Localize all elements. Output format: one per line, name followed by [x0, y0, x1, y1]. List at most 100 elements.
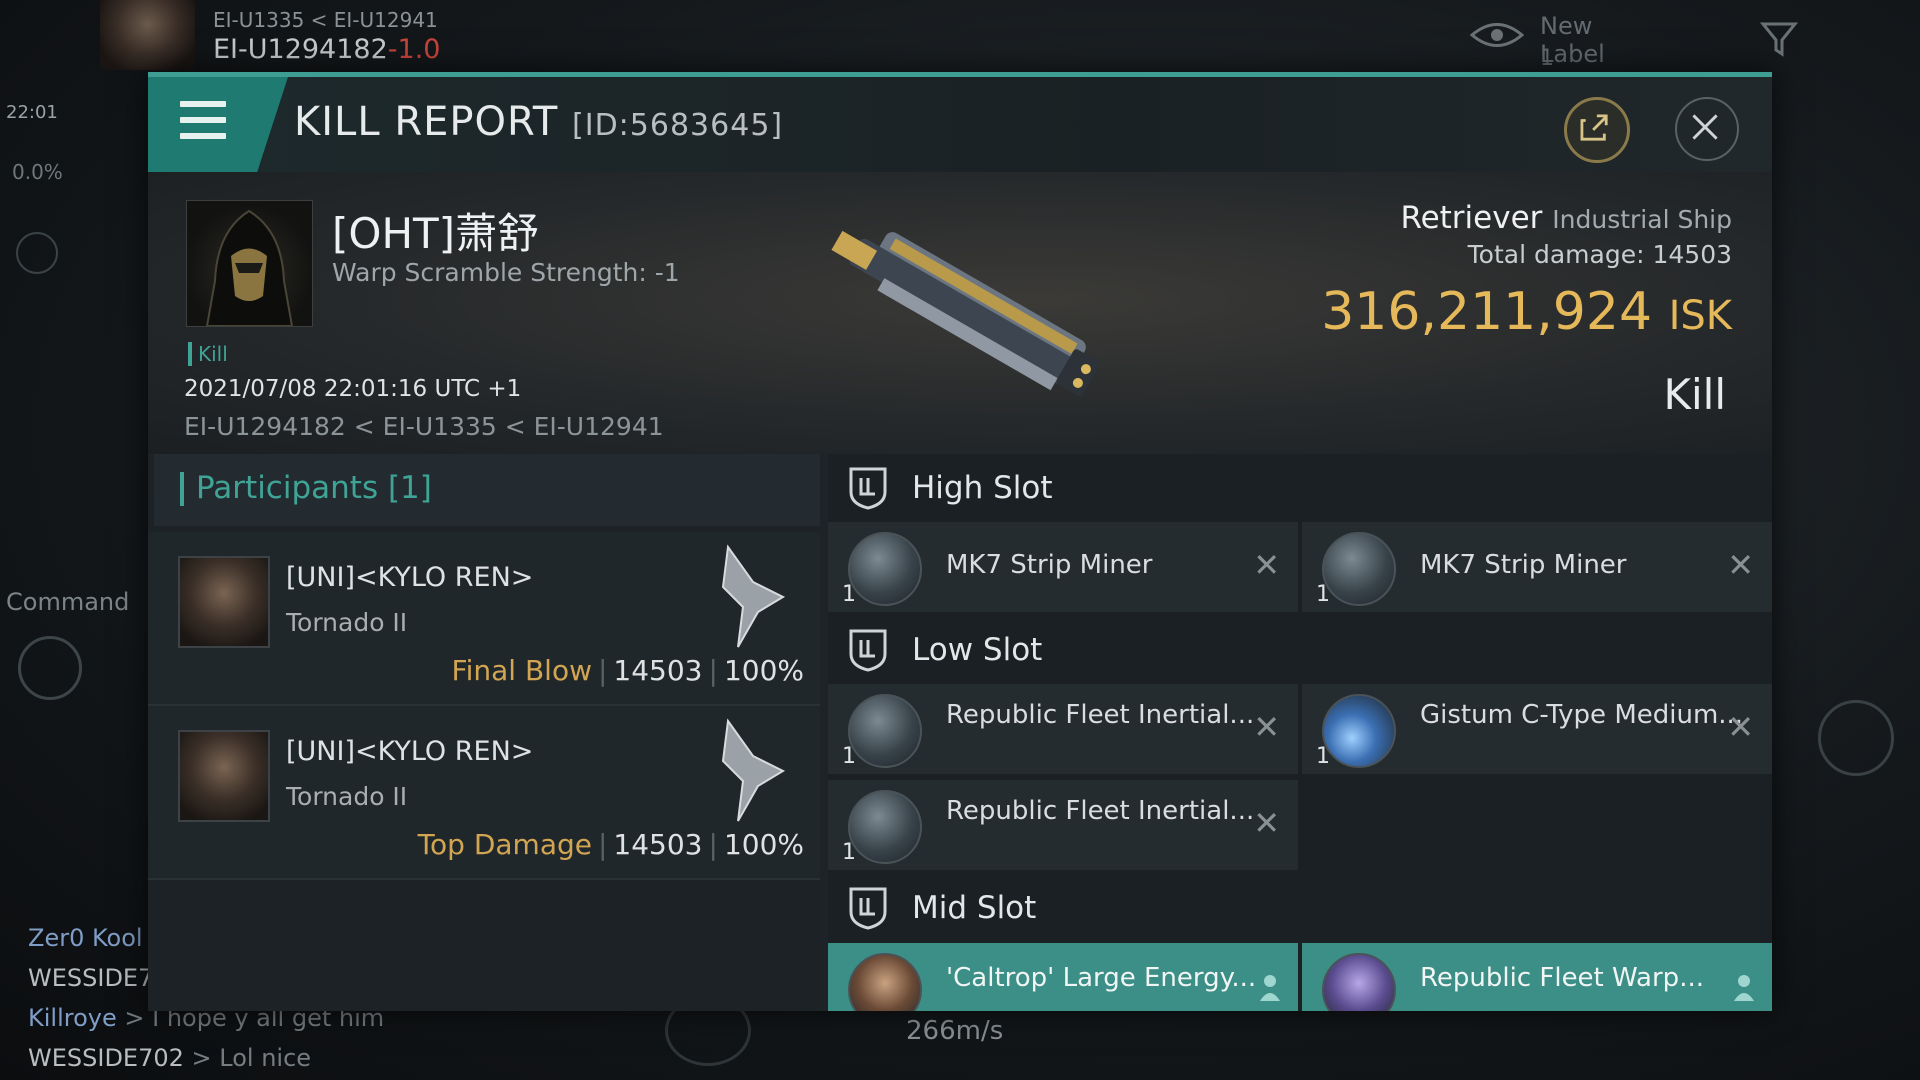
- module-qty: 1: [1316, 744, 1330, 769]
- route-small: EI-U1335 < EI-U12941: [213, 8, 438, 32]
- module-item[interactable]: 'Caltrop' Large Energy...: [828, 943, 1298, 1011]
- filter-icon[interactable]: [1760, 20, 1798, 58]
- ship-info: Retriever Industrial Ship: [1400, 200, 1732, 236]
- participant-portrait[interactable]: [178, 556, 270, 648]
- module-item[interactable]: 1 Republic Fleet Inertial... ✕: [828, 780, 1298, 870]
- slot-label: Low Slot: [912, 632, 1043, 668]
- shield-icon: [849, 629, 887, 672]
- current-system[interactable]: EI-U1294182-1.0: [213, 34, 440, 65]
- shield-icon: [849, 887, 887, 930]
- cargo-percent[interactable]: 0.0%: [12, 160, 63, 184]
- share-button[interactable]: [1564, 97, 1630, 163]
- module-item[interactable]: 1 MK7 Strip Miner ✕: [1302, 522, 1772, 612]
- module-name: Gistum C-Type Medium...: [1420, 700, 1744, 730]
- ship-name[interactable]: Retriever: [1400, 200, 1542, 236]
- victim-panel: [OHT]萧舒 Warp Scramble Strength: -1 Kill …: [148, 172, 1772, 454]
- shield-icon: [849, 467, 887, 510]
- switch-icon[interactable]: [1818, 700, 1894, 776]
- strip-miner-icon: [1322, 532, 1396, 606]
- isk-value: 316,211,924 ISK: [1321, 282, 1732, 342]
- isk-unit: ISK: [1668, 293, 1732, 339]
- fitting-panel: High Slot 1 MK7 Strip Miner ✕ 1 MK7 Stri…: [828, 454, 1772, 1011]
- chat-name: WESSIDE702: [28, 1044, 184, 1072]
- chat-name: Zer0 Kool: [28, 924, 143, 952]
- participant-ship: Tornado II: [286, 782, 408, 811]
- close-button[interactable]: [1675, 97, 1739, 161]
- destroyed-icon: ✕: [1727, 546, 1754, 584]
- low-slot-header: Low Slot: [828, 616, 1772, 684]
- slot-label: High Slot: [912, 470, 1053, 506]
- participant-row[interactable]: [UNI]<KYLO REN> Tornado II Final Blow | 14…: [148, 532, 820, 706]
- pilot-portrait[interactable]: [100, 0, 195, 70]
- chat-name: Killroye: [28, 1004, 117, 1032]
- kill-report-dialog: KILL REPORT [ID:5683645] [OHT]萧舒 Warp Sc…: [148, 72, 1772, 1011]
- hooded-figure-icon: [205, 209, 294, 327]
- isk-amount: 316,211,924: [1321, 282, 1653, 342]
- title-text: KILL REPORT: [294, 99, 559, 145]
- module-name: MK7 Strip Miner: [946, 550, 1153, 580]
- module-item[interactable]: Republic Fleet Warp...: [1302, 943, 1772, 1011]
- kill-tag: Kill: [188, 342, 228, 366]
- ship-class: Industrial Ship: [1552, 205, 1732, 234]
- mid-slot-header: Mid Slot: [828, 874, 1772, 942]
- report-result: Kill: [1663, 370, 1726, 419]
- kill-datetime: 2021/07/08 22:01:16 UTC +1: [184, 376, 522, 402]
- participants-title: Participants [1]: [196, 470, 432, 506]
- participant-percent: 100%: [723, 828, 804, 861]
- inertial-stabilizer-icon: [848, 790, 922, 864]
- hud-top-bar: EI-U1335 < EI-U12941 EI-U1294182-1.0: [0, 0, 1920, 70]
- participant-portrait[interactable]: [178, 730, 270, 822]
- participant-name: [UNI]<KYLO REN>: [286, 562, 534, 593]
- module-name: Republic Fleet Inertial...: [946, 796, 1255, 826]
- victim-name[interactable]: [OHT]萧舒: [332, 200, 539, 261]
- destroyed-icon: ✕: [1727, 708, 1754, 746]
- person-icon: [1734, 975, 1754, 1001]
- participant-name: [UNI]<KYLO REN>: [286, 736, 534, 767]
- chat-message: > Lol nice: [191, 1044, 312, 1072]
- warp-scramble: Warp Scramble Strength: -1: [332, 258, 680, 287]
- title-bar: KILL REPORT [ID:5683645]: [148, 77, 1772, 172]
- module-qty: 1: [842, 840, 856, 865]
- strip-miner-icon: [848, 532, 922, 606]
- module-item[interactable]: 1 MK7 Strip Miner ✕: [828, 522, 1298, 612]
- command-label[interactable]: Command: [6, 588, 129, 616]
- participant-tag: Final Blow: [451, 654, 592, 687]
- share-icon: [1580, 114, 1608, 141]
- energy-neutralizer-icon: [848, 953, 922, 1011]
- participant-stats: Final Blow | 14503 | 100%: [451, 654, 804, 687]
- chat-line: WESSIDE702 > Lol nice: [28, 1038, 384, 1078]
- module-name: MK7 Strip Miner: [1420, 550, 1627, 580]
- menu-button[interactable]: [148, 77, 288, 172]
- close-icon: [1692, 114, 1718, 140]
- location-pin-icon[interactable]: [16, 232, 58, 274]
- ship-image[interactable]: [798, 182, 1128, 442]
- slot-label: Mid Slot: [912, 890, 1037, 926]
- ship-icon: [721, 718, 786, 822]
- module-qty: 1: [842, 744, 856, 769]
- label-count: 1: [1540, 46, 1554, 71]
- victim-portrait[interactable]: [186, 200, 313, 327]
- module-qty: 1: [842, 582, 856, 607]
- menu-icon: [180, 101, 226, 139]
- module-item[interactable]: 1 Republic Fleet Inertial... ✕: [828, 684, 1298, 774]
- dialog-title: KILL REPORT [ID:5683645]: [294, 99, 783, 145]
- kill-location: EI-U1294182 < EI-U1335 < EI-U12941: [184, 412, 664, 441]
- eye-icon[interactable]: [1470, 20, 1524, 50]
- module-qty: 1: [1316, 582, 1330, 607]
- person-icon: [1260, 975, 1280, 1001]
- destroyed-icon: ✕: [1253, 804, 1280, 842]
- system-name: EI-U1294182: [213, 34, 388, 65]
- module-name: Republic Fleet Inertial...: [946, 700, 1255, 730]
- participants-header: Participants [1]: [154, 454, 820, 526]
- speed-readout: 266m/s: [906, 1016, 1004, 1046]
- warp-disruptor-icon: [1322, 953, 1396, 1011]
- participant-percent: 100%: [723, 654, 804, 687]
- destroyed-icon: ✕: [1253, 546, 1280, 584]
- total-damage: Total damage: 14503: [1467, 240, 1732, 269]
- inertial-stabilizer-icon: [848, 694, 922, 768]
- destroyed-icon: ✕: [1253, 708, 1280, 746]
- participant-damage: 14503: [613, 828, 703, 861]
- module-item[interactable]: 1 Gistum C-Type Medium... ✕: [1302, 684, 1772, 774]
- target-icon[interactable]: [18, 636, 82, 700]
- participant-row[interactable]: [UNI]<KYLO REN> Tornado II Top Damage | 14…: [148, 706, 820, 880]
